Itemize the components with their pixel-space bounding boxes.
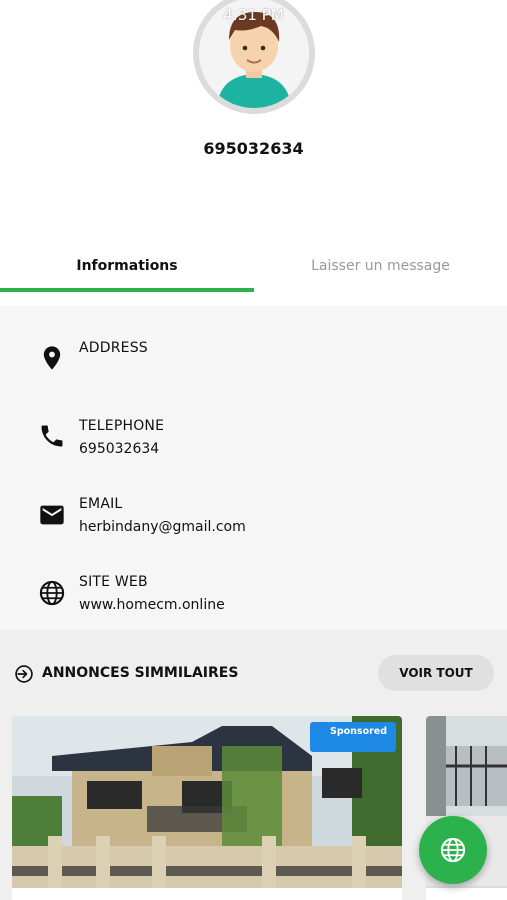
address-label: ADDRESS — [79, 340, 148, 356]
globe-icon — [39, 580, 65, 606]
active-tab-indicator — [0, 288, 254, 292]
tab-bar: Informations Laisser un message — [0, 242, 507, 294]
info-row-email: EMAIL herbindany@gmail.com — [0, 496, 507, 566]
website-value[interactable]: www.homecm.online — [79, 597, 225, 613]
tab-laisser-un-message[interactable]: Laisser un message — [254, 242, 507, 290]
website-label: SITE WEB — [79, 574, 148, 590]
listing-card[interactable]: Sponsored — [12, 716, 402, 900]
mail-icon — [40, 505, 64, 525]
status-bar-time: 4:31 PM — [223, 6, 284, 24]
globe-fab-button[interactable] — [419, 816, 487, 884]
info-row-telephone: TELEPHONE 695032634 — [0, 418, 507, 488]
telephone-label: TELEPHONE — [79, 418, 165, 434]
sponsored-badge: Sponsored — [310, 722, 396, 752]
profile-header: 4:31 PM 695032634 — [0, 0, 507, 235]
globe-icon — [440, 837, 466, 863]
email-label: EMAIL — [79, 496, 123, 512]
see-all-button[interactable]: VOIR TOUT — [378, 655, 494, 691]
telephone-value[interactable]: 695032634 — [79, 441, 159, 457]
info-row-address: ADDRESS — [0, 340, 507, 410]
similar-listings-title: ANNONCES SIMMILAIRES — [42, 665, 239, 681]
phone-icon — [41, 425, 63, 447]
info-panel: ADDRESS TELEPHONE 695032634 EMAIL herbin… — [0, 306, 507, 630]
email-value[interactable]: herbindany@gmail.com — [79, 519, 246, 535]
tab-informations[interactable]: Informations — [0, 242, 254, 290]
page-title: 695032634 — [203, 139, 304, 158]
login-arrow-icon — [15, 665, 33, 683]
location-pin-icon — [43, 346, 61, 370]
